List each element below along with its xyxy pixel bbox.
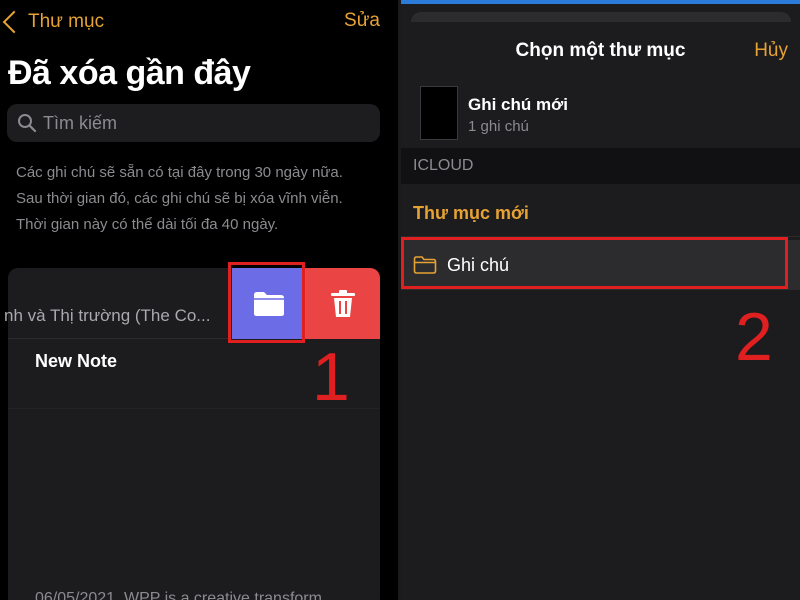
back-label: Thư mục [28,11,105,32]
search-input[interactable]: Tìm kiếm [7,104,380,142]
back-button[interactable]: Thư mục [0,8,104,36]
search-placeholder: Tìm kiếm [43,112,117,133]
edit-button[interactable]: Sửa [344,10,380,32]
deleted-notes-screen: Thư mục Sửa Đã xóa gần đây Tìm kiếm Các … [0,0,400,600]
choose-folder-sheet: Chọn một thư mục Hủy Ghi chú mới 1 ghi c… [401,0,800,600]
delete-button[interactable] [306,268,380,339]
note-title[interactable]: New Note [35,351,117,372]
note-thumbnail [420,86,458,140]
retention-info-text: Các ghi chú sẽ sẵn có tại đây trong 30 n… [16,164,343,233]
cancel-button[interactable]: Hủy [754,40,788,62]
step-number: 2 [735,299,773,375]
chevron-left-icon [2,10,26,34]
step-number: 1 [312,339,350,415]
sheet-title: Chọn một thư mục [515,40,686,61]
new-folder-button[interactable]: Thư mục mới [413,203,529,224]
trash-icon [331,289,355,317]
swiped-note-row[interactable]: nh và Thị trường (The Co... [4,306,234,326]
section-label: ICLOUD [413,157,474,174]
highlight-box [228,262,305,343]
sheet-handle [411,12,791,22]
note-preview: 06/05/2021. WPP is a creative transform [35,590,322,600]
page-title: Đã xóa gần đây [8,54,251,92]
current-note-name: Ghi chú mới [468,95,568,114]
search-icon [18,114,37,133]
top-strip [401,0,800,4]
highlight-box [401,237,788,289]
current-note-count: 1 ghi chú [468,118,529,135]
